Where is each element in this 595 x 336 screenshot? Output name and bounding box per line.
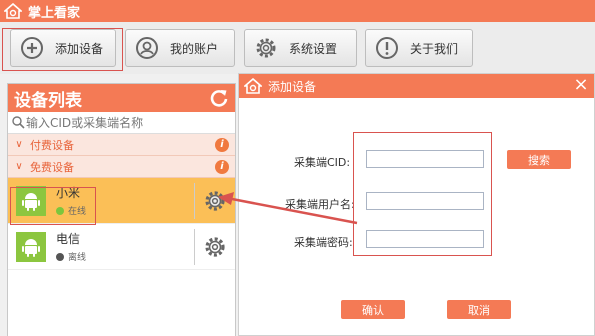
close-icon[interactable]: × (572, 76, 590, 94)
status-dot-offline (56, 252, 64, 261)
group-paid-devices[interactable]: ∨ 付费设备 i (8, 134, 235, 156)
add-device-highlight-box (2, 28, 123, 71)
dialog-header: 添加设备 × (239, 74, 594, 98)
device-settings-gear-icon[interactable] (202, 234, 228, 260)
divider (194, 229, 195, 265)
system-settings-button[interactable]: 系统设置 (244, 29, 357, 67)
search-button[interactable]: 搜索 (507, 150, 571, 169)
refresh-icon[interactable] (209, 88, 229, 108)
search-placeholder: 输入CID或采集端名称 (26, 116, 144, 130)
user-account-icon (134, 35, 160, 61)
exclamation-circle-icon (374, 35, 400, 61)
title-bar: 掌上看家 (0, 0, 595, 22)
system-settings-label: 系统设置 (289, 41, 338, 56)
cid-label: 采集端CID: (294, 156, 351, 169)
chevron-down-icon: ∨ (15, 139, 23, 150)
device-settings-gear-icon[interactable] (202, 188, 228, 214)
dialog-title: 添加设备 (268, 79, 317, 94)
divider (194, 183, 195, 219)
about-us-button[interactable]: 关于我们 (365, 29, 473, 67)
device-list-title: 设备列表 (14, 90, 82, 111)
house-logo-icon (4, 2, 22, 20)
my-account-button[interactable]: 我的账户 (125, 29, 235, 67)
device-highlight-box (10, 187, 96, 225)
device-list-header: 设备列表 (8, 84, 235, 112)
password-label: 采集端密码: (294, 236, 353, 249)
search-icon (10, 115, 26, 131)
cancel-button[interactable]: 取消 (447, 300, 511, 319)
info-icon[interactable]: i (215, 137, 229, 152)
device-status: 离线 (68, 253, 87, 263)
chevron-down-icon: ∨ (15, 161, 23, 172)
house-logo-icon (244, 78, 262, 94)
group-label: 免费设备 (30, 160, 74, 174)
confirm-button[interactable]: 确认 (341, 300, 405, 319)
info-icon[interactable]: i (215, 159, 229, 174)
group-free-devices[interactable]: ∨ 免费设备 i (8, 156, 235, 178)
about-us-label: 关于我们 (410, 41, 459, 56)
device-search-input[interactable]: 输入CID或采集端名称 (8, 112, 235, 134)
form-highlight-box (353, 132, 492, 256)
username-label: 采集端用户名: (285, 198, 355, 211)
android-icon (16, 231, 46, 262)
device-name: 电信 (56, 232, 81, 246)
group-label: 付费设备 (30, 138, 74, 152)
gear-icon (253, 35, 279, 61)
my-account-label: 我的账户 (170, 41, 219, 56)
app-title: 掌上看家 (28, 5, 81, 21)
device-row-dianxin[interactable]: 电信 离线 (8, 224, 235, 270)
